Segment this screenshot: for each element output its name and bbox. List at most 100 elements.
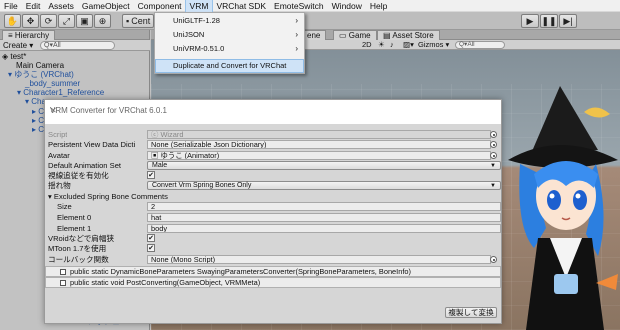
pause-icon: ❚❚ — [541, 15, 557, 26]
chevron-right-icon: › — [295, 16, 298, 25]
menu-edit[interactable]: Edit — [22, 0, 45, 12]
excluded-row[interactable]: ▾ Excluded Spring Bone Comments — [45, 192, 501, 202]
toolbar: ✋ ✥ ⟳ ⤢ ▣ ⊕ ▪ Cent ▶ ❚❚ ▶| — [0, 12, 620, 30]
default-animation-label: Default Animation Set — [48, 161, 122, 170]
element1-field[interactable]: body — [147, 224, 501, 233]
eye-right — [573, 190, 587, 210]
tab-asset-store[interactable]: ▤ Asset Store — [377, 30, 440, 40]
default-animation-value: Male — [152, 162, 168, 169]
mtoon-checkbox[interactable]: ✔ — [147, 244, 155, 252]
vrm-converter-window: VRM Converter for VRChat 6.0.1 ✕ Script … — [44, 99, 502, 324]
close-icon[interactable]: ✕ — [50, 106, 495, 115]
step-button[interactable]: ▶| — [559, 14, 577, 28]
avatar-character[interactable] — [500, 78, 620, 330]
window-titlebar[interactable]: VRM Converter for VRChat 6.0.1 ✕ — [45, 100, 501, 124]
scale-tool-button[interactable]: ⤢ — [58, 14, 75, 28]
scene-root-label: test* — [10, 52, 27, 61]
hand-tool-button[interactable]: ✋ — [4, 14, 21, 28]
menu-help[interactable]: Help — [366, 0, 391, 12]
hat-ribbon — [584, 107, 610, 118]
hierarchy-search-input[interactable]: Q▾All — [40, 41, 115, 50]
menu-vrchat-sdk[interactable]: VRChat SDK — [212, 0, 270, 12]
transform-tool-button[interactable]: ⊕ — [94, 14, 111, 28]
duplicate-convert-button[interactable]: 複製して変換 — [445, 307, 497, 318]
hierarchy-toolbar: Create ▾ Q▾All — [0, 40, 150, 51]
eye-right-highlight — [575, 193, 581, 199]
size-field[interactable]: 2 — [147, 202, 501, 211]
audio-icon[interactable]: ♪ — [390, 40, 394, 49]
pivot-center-toggle[interactable]: ▪ Cent — [122, 14, 154, 28]
element1-label: Element 1 — [57, 224, 92, 233]
effects-icon[interactable]: ▨▾ — [403, 40, 414, 49]
callback-signature-2-text: public static void PostConverting(GameOb… — [70, 278, 261, 287]
info-icon — [60, 280, 66, 286]
menu-vrm[interactable]: VRM — [184, 0, 214, 13]
pivot-icon: ▪ — [126, 16, 130, 26]
eye-tracking-checkbox[interactable]: ✔ — [147, 171, 155, 179]
tab-hierarchy[interactable]: ≡ Hierarchy — [2, 30, 56, 40]
element0-field[interactable]: hat — [147, 213, 501, 222]
eye-left-highlight — [549, 193, 555, 199]
object-picker-icon[interactable] — [490, 152, 497, 159]
move-tool-button[interactable]: ✥ — [22, 14, 39, 28]
mode-2d-toggle[interactable]: 2D — [362, 40, 372, 49]
script-field: ⓒ Wizard — [147, 130, 491, 139]
menu-window[interactable]: Window — [328, 0, 366, 12]
avatar-field[interactable]: ▣ ゆうこ (Animator) — [147, 151, 491, 160]
info-icon — [60, 269, 66, 275]
menu-component[interactable]: Component — [134, 0, 186, 12]
rotate-tool-button[interactable]: ⟳ — [40, 14, 57, 28]
object-picker-icon[interactable] — [490, 141, 497, 148]
rect-tool-button[interactable]: ▣ — [76, 14, 93, 28]
gizmos-dropdown[interactable]: Gizmos ▾ — [418, 40, 449, 49]
scene-toolbar: ▾ 2D ☀ ♪ ▨▾ Gizmos ▾ Q▾All — [290, 40, 620, 50]
tab-game[interactable]: ▭ Game — [333, 30, 377, 40]
menu-item-unijson[interactable]: UniJSON › — [156, 29, 303, 41]
tab-scene-label: ene — [307, 31, 321, 40]
hierarchy-icon: ≡ — [8, 31, 15, 40]
play-icon: ▶ — [526, 15, 534, 26]
tab-asset-store-label: Asset Store — [392, 31, 434, 40]
menu-file[interactable]: File — [0, 0, 22, 12]
element1-row: Element 1 body — [45, 224, 501, 234]
lighting-icon[interactable]: ☀ — [378, 40, 385, 49]
menu-assets[interactable]: Assets — [44, 0, 78, 12]
menu-item-unigltf[interactable]: UniGLTF-1.28 › — [156, 15, 303, 27]
menu-item-duplicate-convert-label: Duplicate and Convert for VRChat — [173, 61, 287, 70]
excluded-foldout[interactable]: ▾ Excluded Spring Bone Comments — [48, 192, 168, 202]
move-icon: ✥ — [26, 15, 35, 26]
callback-field[interactable]: None (Mono Script) — [147, 255, 491, 264]
chevron-right-icon: › — [295, 30, 298, 39]
create-dropdown[interactable]: Create ▾ — [3, 41, 33, 50]
menu-gameobject[interactable]: GameObject — [78, 0, 134, 12]
default-animation-dropdown[interactable]: Male ▼ — [147, 161, 501, 170]
play-button[interactable]: ▶ — [521, 14, 539, 28]
avatar-row: Avatar ▣ ゆうこ (Animator) — [45, 151, 501, 161]
sway-row: 揺れ物 Convert Vrm Spring Bones Only ▼ — [45, 181, 501, 191]
menu-emoteswitch[interactable]: EmoteSwitch — [270, 0, 328, 12]
persistent-field[interactable]: None (Serializable Json Dictionary) — [147, 140, 491, 149]
menu-item-unijson-label: UniJSON — [173, 30, 205, 39]
element0-label: Element 0 — [57, 213, 92, 222]
vroid-checkbox[interactable]: ✔ — [147, 234, 155, 242]
script-label: Script — [48, 130, 68, 139]
callback-label: コールバック関数 — [48, 255, 109, 264]
chevron-down-icon: ▼ — [490, 163, 496, 169]
object-picker-icon[interactable] — [490, 256, 497, 263]
callback-signature-1-text: public static DynamicBoneParameters Sway… — [70, 267, 411, 276]
pivot-center-label: Cent — [131, 16, 151, 26]
size-row: Size 2 — [45, 202, 501, 212]
list-item[interactable]: ▸ C — [32, 125, 44, 135]
pause-button[interactable]: ❚❚ — [540, 14, 558, 28]
script-row: Script ⓒ Wizard — [45, 130, 501, 140]
menu-item-univrm[interactable]: UniVRM-0.51.0 › — [156, 43, 303, 55]
menu-item-duplicate-convert[interactable]: Duplicate and Convert for VRChat — [155, 59, 304, 73]
persistent-row: Persistent View Data Dicti None (Seriali… — [45, 140, 501, 150]
size-label: Size — [57, 202, 72, 211]
default-animation-row: Default Animation Set Male ▼ — [45, 161, 501, 171]
hierarchy-tabbar: ≡ Hierarchy — [0, 30, 149, 40]
sway-dropdown[interactable]: Convert Vrm Spring Bones Only ▼ — [147, 181, 501, 190]
chevron-right-icon: › — [295, 44, 298, 53]
scene-search-input[interactable]: Q▾All — [455, 41, 505, 49]
menu-item-unigltf-label: UniGLTF-1.28 — [173, 16, 220, 25]
